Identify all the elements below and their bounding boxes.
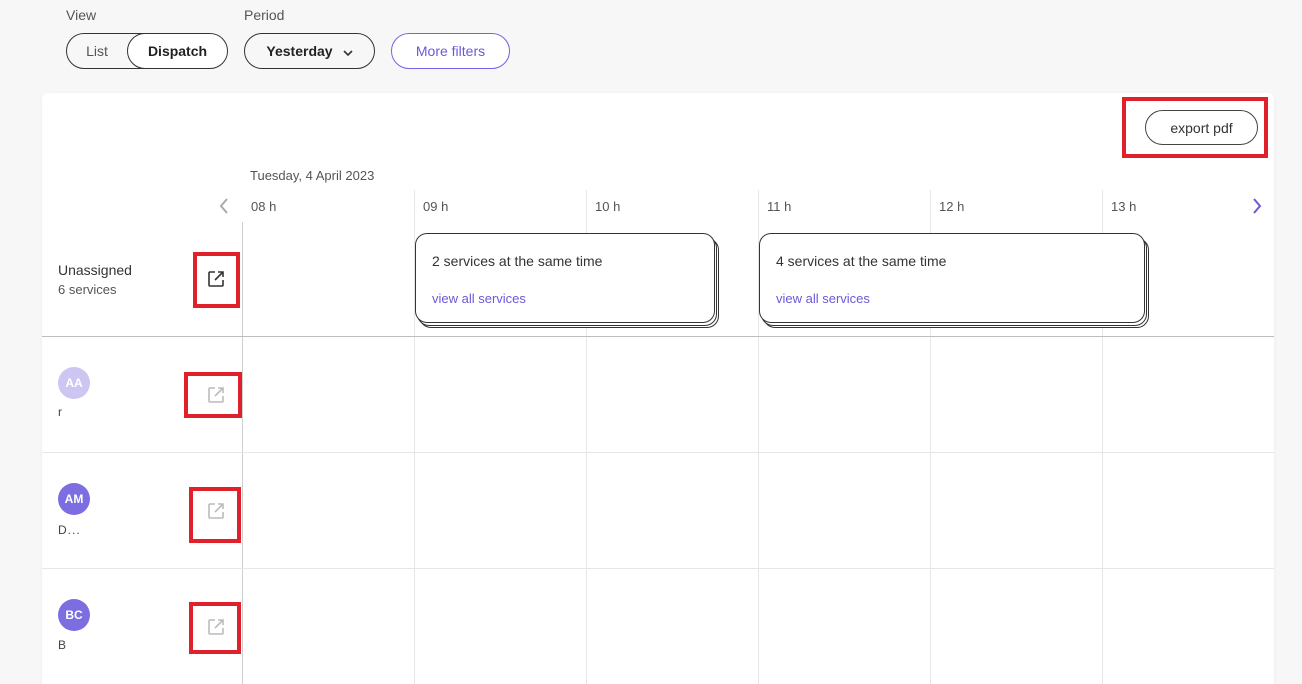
unassigned-title: Unassigned <box>58 262 132 278</box>
period-label: Period <box>244 7 285 23</box>
external-link-icon[interactable] <box>207 270 225 288</box>
more-filters-button[interactable]: More filters <box>391 33 510 69</box>
avatar: BC <box>58 599 90 631</box>
service-group-title: 2 services at the same time <box>432 253 603 269</box>
view-all-services-link[interactable]: view all services <box>776 291 870 306</box>
period-dropdown[interactable]: Yesterday <box>244 33 375 69</box>
resource-name: r <box>58 405 63 419</box>
hour-label: 11 h <box>767 199 792 214</box>
chevron-right-icon[interactable] <box>1248 197 1266 215</box>
resource-name: D... <box>58 523 81 537</box>
external-link-icon[interactable] <box>207 502 225 520</box>
service-group-card[interactable]: 4 services at the same time view all ser… <box>759 233 1145 323</box>
export-pdf-button[interactable]: export pdf <box>1145 110 1258 145</box>
unassigned-count: 6 services <box>58 282 117 297</box>
hour-label: 13 h <box>1111 199 1137 214</box>
avatar: AM <box>58 483 90 515</box>
grid-divider <box>242 222 243 684</box>
chevron-left-icon[interactable] <box>215 197 233 215</box>
row-divider <box>42 336 1274 337</box>
hour-label: 08 h <box>251 199 277 214</box>
resource-name: B <box>58 638 68 652</box>
hour-label: 10 h <box>595 199 621 214</box>
row-divider <box>42 568 1274 569</box>
avatar: AA <box>58 367 90 399</box>
chevron-down-icon <box>343 43 353 59</box>
view-option-dispatch[interactable]: Dispatch <box>127 34 227 68</box>
period-value: Yesterday <box>266 43 333 59</box>
view-toggle: List Dispatch <box>66 33 228 69</box>
service-group-title: 4 services at the same time <box>776 253 947 269</box>
service-group-card[interactable]: 2 services at the same time view all ser… <box>415 233 715 323</box>
timeline-date: Tuesday, 4 April 2023 <box>250 168 375 183</box>
view-label: View <box>66 7 97 23</box>
external-link-icon[interactable] <box>207 386 225 404</box>
view-option-list[interactable]: List <box>67 34 127 68</box>
dispatch-board <box>42 93 1274 684</box>
hour-label: 09 h <box>423 199 449 214</box>
hour-label: 12 h <box>939 199 965 214</box>
view-all-services-link[interactable]: view all services <box>432 291 526 306</box>
external-link-icon[interactable] <box>207 618 225 636</box>
row-divider <box>42 452 1274 453</box>
